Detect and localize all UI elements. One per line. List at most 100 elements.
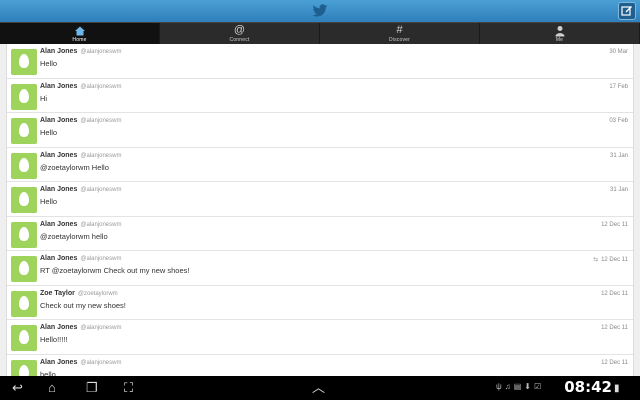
tweet-row[interactable]: Alan Jones @alanjoneswm RT @zoetaylorwm C…	[7, 251, 633, 286]
tweet-text: @zoetaylorwm hello	[40, 231, 108, 241]
tweet-date: 12 Dec 11	[601, 359, 628, 366]
tweet-author[interactable]: Alan Jones @alanjoneswm	[40, 359, 121, 366]
avatar[interactable]	[11, 83, 37, 110]
usb-icon: ψ	[496, 382, 505, 391]
status-icons: ψ♫▤⬇☑	[496, 382, 544, 391]
egg-avatar-icon	[19, 123, 29, 137]
tweet-row[interactable]: Alan Jones @alanjoneswm Hello 31 Jan	[7, 182, 633, 217]
author-name: Alan Jones	[40, 151, 78, 159]
tab-me-label: Me	[555, 36, 564, 43]
tweet-row[interactable]: Alan Jones @alanjoneswm Hello 03 Feb	[7, 113, 633, 148]
tweet-row[interactable]: Alan Jones @alanjoneswm hello 12 Dec 11	[7, 354, 633, 376]
tweet-date: 17 Feb	[609, 83, 628, 90]
tab-home[interactable]: Home	[0, 23, 160, 44]
egg-avatar-icon	[19, 88, 29, 103]
author-handle: @alanjoneswm	[80, 152, 122, 159]
tab-connect[interactable]: @ Connect	[160, 23, 320, 44]
tweet-date: 12 Dec 11	[601, 257, 628, 263]
tab-discover[interactable]: # Discover	[320, 23, 480, 44]
author-handle: @alanjoneswm	[80, 187, 122, 193]
author-handle: @alanjoneswm	[80, 221, 122, 228]
author-name: Alan Jones	[40, 358, 78, 366]
author-handle: @alanjoneswm	[80, 83, 122, 90]
back-icon[interactable]: ↩	[12, 380, 23, 396]
tweet-date-wrap: ⇆ 12 Dec 11	[593, 256, 628, 263]
avatar[interactable]	[11, 290, 37, 317]
tab-home-label: Home	[72, 36, 87, 43]
tweet-author[interactable]: Alan Jones @alanjoneswm	[40, 152, 121, 159]
home-icon[interactable]: ⌂	[48, 380, 56, 396]
tweet-author[interactable]: Alan Jones @alanjoneswm	[40, 186, 121, 193]
author-name: Alan Jones	[40, 117, 78, 124]
egg-avatar-icon	[19, 226, 29, 241]
tweet-text: Check out my new shoes!	[40, 300, 126, 310]
tab-connect-label: Connect	[229, 36, 250, 43]
tweet-author[interactable]: Zoe Taylor @zoetaylorwm	[40, 290, 118, 297]
tweet-date: 12 Dec 11	[601, 325, 628, 331]
battery-icon: ▮	[614, 383, 620, 394]
tweet-row[interactable]: Alan Jones @alanjoneswm Hi 17 Feb	[7, 78, 633, 113]
download-icon: ⬇	[524, 382, 534, 391]
compose-icon	[621, 6, 632, 16]
avatar[interactable]	[11, 359, 37, 376]
egg-avatar-icon	[19, 330, 29, 344]
music-icon: ♫	[504, 382, 514, 391]
tweet-author[interactable]: Alan Jones @alanjoneswm	[40, 255, 121, 262]
tweet-text: Hello!!!!!	[40, 335, 68, 344]
author-handle: @alanjoneswm	[80, 256, 122, 262]
author-name: Alan Jones	[40, 324, 78, 331]
tweet-row[interactable]: Zoe Taylor @zoetaylorwm Check out my new …	[7, 285, 633, 320]
tweet-row[interactable]: Alan Jones @alanjoneswm Hello 30 Mar	[7, 44, 633, 79]
tab-discover-label: Discover	[388, 36, 411, 43]
tweet-list: Alan Jones @alanjoneswm Hello 30 Mar Alan…	[6, 44, 634, 376]
app-header	[0, 0, 640, 22]
avatar[interactable]	[11, 221, 37, 248]
author-name: Alan Jones	[40, 186, 78, 193]
tweet-author[interactable]: Alan Jones @alanjoneswm	[40, 48, 121, 55]
at-icon: @	[233, 23, 246, 36]
tab-bar: Home @ Connect # Discover Me	[0, 22, 640, 44]
tweet-row[interactable]: Alan Jones @alanjoneswm Hello!!!!! 12 Dec…	[7, 320, 633, 355]
tweet-author[interactable]: Alan Jones @alanjoneswm	[40, 221, 121, 228]
author-handle: @alanjoneswm	[80, 359, 122, 366]
tweet-row[interactable]: Alan Jones @alanjoneswm @zoetaylorwm Hell…	[7, 147, 633, 182]
tweet-author[interactable]: Alan Jones @alanjoneswm	[40, 324, 121, 331]
author-name: Alan Jones	[40, 255, 78, 262]
avatar[interactable]	[11, 187, 37, 213]
author-name: Alan Jones	[40, 48, 78, 55]
tweet-text: Hello	[40, 128, 58, 137]
recent-apps-icon[interactable]: ❐	[86, 380, 98, 396]
egg-avatar-icon	[19, 54, 29, 68]
tab-me[interactable]: Me	[480, 23, 640, 44]
tweet-text: Hello	[40, 59, 58, 68]
compose-tweet-button[interactable]	[618, 2, 636, 20]
avatar[interactable]	[11, 256, 37, 282]
avatar[interactable]	[11, 118, 37, 144]
tweet-date: 31 Jan	[609, 152, 628, 159]
tweet-text: @zoetaylorwm Hello	[40, 162, 109, 172]
author-handle: @alanjoneswm	[80, 118, 122, 124]
clock: 08:42	[564, 378, 612, 396]
author-name: Zoe Taylor	[40, 289, 75, 297]
timeline[interactable]: Alan Jones @alanjoneswm Hello 30 Mar Alan…	[0, 44, 640, 376]
author-name: Alan Jones	[40, 82, 78, 90]
author-handle: @alanjoneswm	[80, 325, 122, 331]
tweet-date: 12 Dec 11	[601, 290, 628, 297]
twitter-bird-icon	[312, 4, 328, 17]
tweet-date: 30 Mar	[609, 49, 628, 55]
tweet-row[interactable]: Alan Jones @alanjoneswm @zoetaylorwm hell…	[7, 216, 633, 251]
system-navigation-bar: ↩ ⌂ ❐ ⛶ ︿ ψ♫▤⬇☑ 08:42 ▮	[0, 376, 640, 400]
home-icon	[74, 26, 85, 35]
avatar[interactable]	[11, 152, 37, 179]
egg-avatar-icon	[19, 261, 29, 275]
egg-avatar-icon	[19, 157, 29, 172]
screenshot-icon[interactable]: ⛶	[124, 380, 133, 396]
author-handle: @alanjoneswm	[80, 49, 122, 55]
tweet-author[interactable]: Alan Jones @alanjoneswm	[40, 83, 121, 90]
avatar[interactable]	[11, 49, 37, 75]
up-arrow-icon[interactable]: ︿	[312, 380, 325, 396]
tweet-author[interactable]: Alan Jones @alanjoneswm	[40, 117, 121, 124]
tweet-text: Hello	[40, 197, 58, 206]
author-handle: @zoetaylorwm	[77, 290, 118, 297]
avatar[interactable]	[11, 325, 37, 351]
